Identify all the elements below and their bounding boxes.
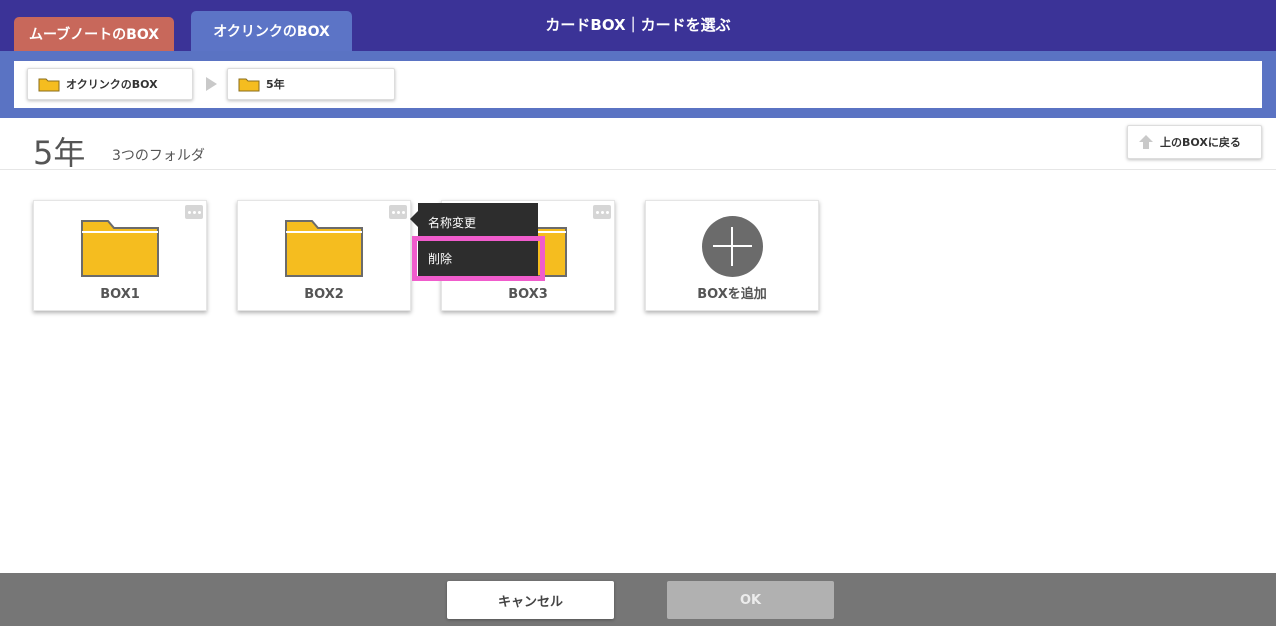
folder-icon bbox=[285, 220, 363, 277]
breadcrumb: オクリンクのBOX 5年 bbox=[14, 61, 1262, 108]
cancel-button[interactable]: キャンセル bbox=[447, 581, 614, 619]
add-box-card[interactable]: BOXを追加 bbox=[645, 200, 819, 311]
folder-icon bbox=[38, 78, 60, 92]
add-box-label: BOXを追加 bbox=[697, 287, 767, 302]
top-bar: ムーブノートのBOX オクリンクのBOX カードBOX｜カードを選ぶ bbox=[0, 0, 1276, 51]
more-options-icon[interactable] bbox=[593, 205, 611, 219]
plus-icon bbox=[702, 216, 763, 277]
more-options-icon[interactable] bbox=[389, 205, 407, 219]
up-arrow-icon bbox=[1139, 135, 1153, 149]
heading-row: 5年 3つのフォルダ 上のBOXに戻る bbox=[0, 118, 1276, 172]
context-menu-pointer bbox=[410, 211, 418, 227]
box-label: BOX1 bbox=[100, 287, 140, 302]
folder-count: 3つのフォルダ bbox=[112, 148, 205, 164]
box-label: BOX2 bbox=[304, 287, 344, 302]
breadcrumb-item-5nen[interactable]: 5年 bbox=[227, 68, 395, 100]
folder-icon bbox=[81, 220, 159, 277]
ok-button[interactable]: OK bbox=[667, 581, 834, 619]
breadcrumb-item-oklink-box[interactable]: オクリンクのBOX bbox=[27, 68, 193, 100]
breadcrumb-label: オクリンクのBOX bbox=[66, 78, 158, 91]
up-box-label: 上のBOXに戻る bbox=[1160, 136, 1241, 149]
box-card-2[interactable]: BOX2 bbox=[237, 200, 411, 311]
breadcrumb-label: 5年 bbox=[266, 78, 285, 91]
footer-bar: キャンセル OK bbox=[0, 573, 1276, 626]
box-label: BOX3 bbox=[508, 287, 548, 302]
breadcrumb-band: オクリンクのBOX 5年 bbox=[0, 51, 1276, 118]
menu-item-rename[interactable]: 名称変更 bbox=[418, 205, 538, 239]
box-card-1[interactable]: BOX1 bbox=[33, 200, 207, 311]
breadcrumb-separator-icon bbox=[206, 77, 217, 91]
more-options-icon[interactable] bbox=[185, 205, 203, 219]
app-title: カードBOX｜カードを選ぶ bbox=[545, 16, 731, 34]
page-title: 5年 bbox=[33, 134, 86, 172]
menu-item-delete[interactable]: 削除 bbox=[418, 240, 538, 276]
up-box-button[interactable]: 上のBOXに戻る bbox=[1127, 125, 1262, 159]
folder-icon bbox=[238, 78, 260, 92]
context-menu: 名称変更 削除 bbox=[410, 203, 538, 278]
